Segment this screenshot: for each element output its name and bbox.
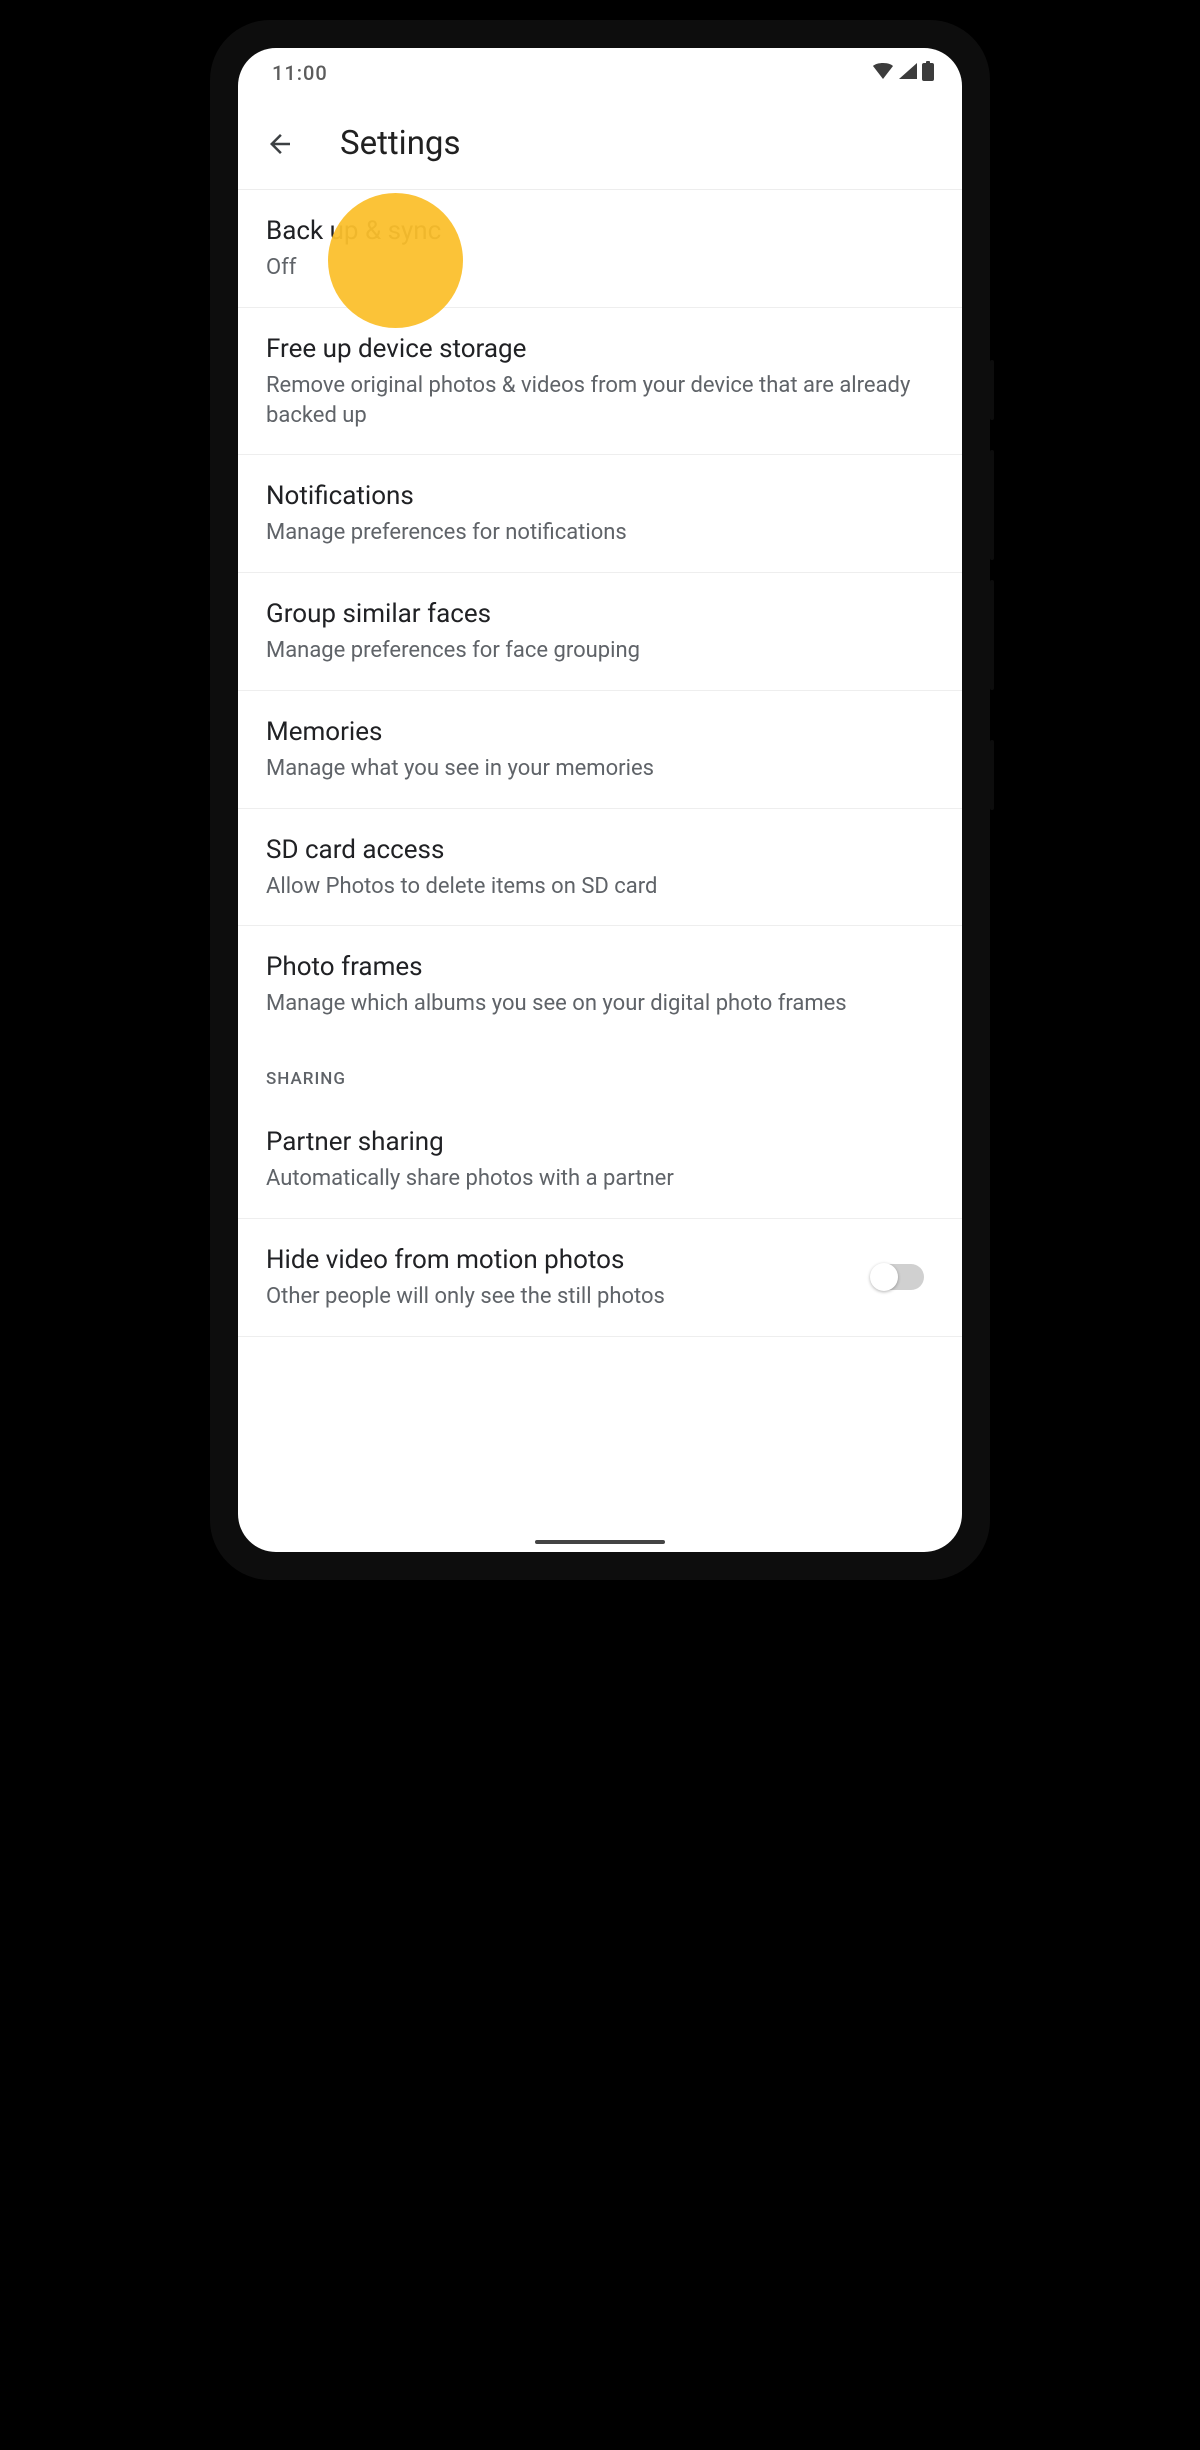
- device-button: [990, 360, 994, 420]
- device-frame: 11:00 Settings: [210, 20, 990, 1580]
- settings-item-sd-card[interactable]: SD card access Allow Photos to delete it…: [238, 809, 962, 927]
- settings-item-hide-video[interactable]: Hide video from motion photos Other peop…: [238, 1219, 962, 1337]
- item-subtitle: Manage which albums you see on your digi…: [266, 989, 934, 1019]
- item-subtitle: Manage what you see in your memories: [266, 754, 934, 784]
- item-title: Photo frames: [266, 950, 934, 985]
- item-title: Hide video from motion photos: [266, 1243, 856, 1278]
- settings-item-notifications[interactable]: Notifications Manage preferences for not…: [238, 455, 962, 573]
- device-button: [990, 740, 994, 810]
- item-subtitle: Other people will only see the still pho…: [266, 1282, 856, 1312]
- item-subtitle: Remove original photos & videos from you…: [266, 371, 934, 430]
- page-title: Settings: [340, 124, 461, 163]
- hide-video-toggle[interactable]: [872, 1264, 924, 1290]
- item-title: Group similar faces: [266, 597, 934, 632]
- item-subtitle: Manage preferences for notifications: [266, 518, 934, 548]
- settings-item-partner-sharing[interactable]: Partner sharing Automatically share phot…: [238, 1101, 962, 1219]
- status-bar: 11:00: [238, 48, 962, 98]
- settings-item-free-storage[interactable]: Free up device storage Remove original p…: [238, 308, 962, 455]
- cellular-icon: [898, 61, 918, 85]
- status-icons: [872, 61, 934, 86]
- battery-icon: [922, 61, 934, 86]
- device-button: [990, 580, 994, 690]
- settings-list[interactable]: Back up & sync Off Free up device storag…: [238, 190, 962, 1337]
- screen: 11:00 Settings: [238, 48, 962, 1552]
- back-button[interactable]: [256, 120, 304, 168]
- status-time: 11:00: [272, 61, 328, 85]
- switch-thumb: [870, 1263, 898, 1291]
- section-header-sharing: SHARING: [238, 1043, 962, 1101]
- item-title: SD card access: [266, 833, 934, 868]
- wifi-icon: [872, 61, 894, 85]
- settings-item-memories[interactable]: Memories Manage what you see in your mem…: [238, 691, 962, 809]
- settings-item-photo-frames[interactable]: Photo frames Manage which albums you see…: [238, 926, 962, 1043]
- item-subtitle: Manage preferences for face grouping: [266, 636, 934, 666]
- device-button: [990, 450, 994, 560]
- app-bar: Settings: [238, 98, 962, 190]
- item-title: Notifications: [266, 479, 934, 514]
- item-subtitle: Off: [266, 253, 934, 283]
- item-title: Free up device storage: [266, 332, 934, 367]
- arrow-left-icon: [265, 129, 295, 159]
- nav-handle[interactable]: [535, 1540, 665, 1544]
- item-subtitle: Allow Photos to delete items on SD card: [266, 872, 934, 902]
- item-subtitle: Automatically share photos with a partne…: [266, 1164, 934, 1194]
- settings-item-group-faces[interactable]: Group similar faces Manage preferences f…: [238, 573, 962, 691]
- item-title: Back up & sync: [266, 214, 934, 249]
- item-title: Memories: [266, 715, 934, 750]
- settings-item-backup-sync[interactable]: Back up & sync Off: [238, 190, 962, 308]
- item-title: Partner sharing: [266, 1125, 934, 1160]
